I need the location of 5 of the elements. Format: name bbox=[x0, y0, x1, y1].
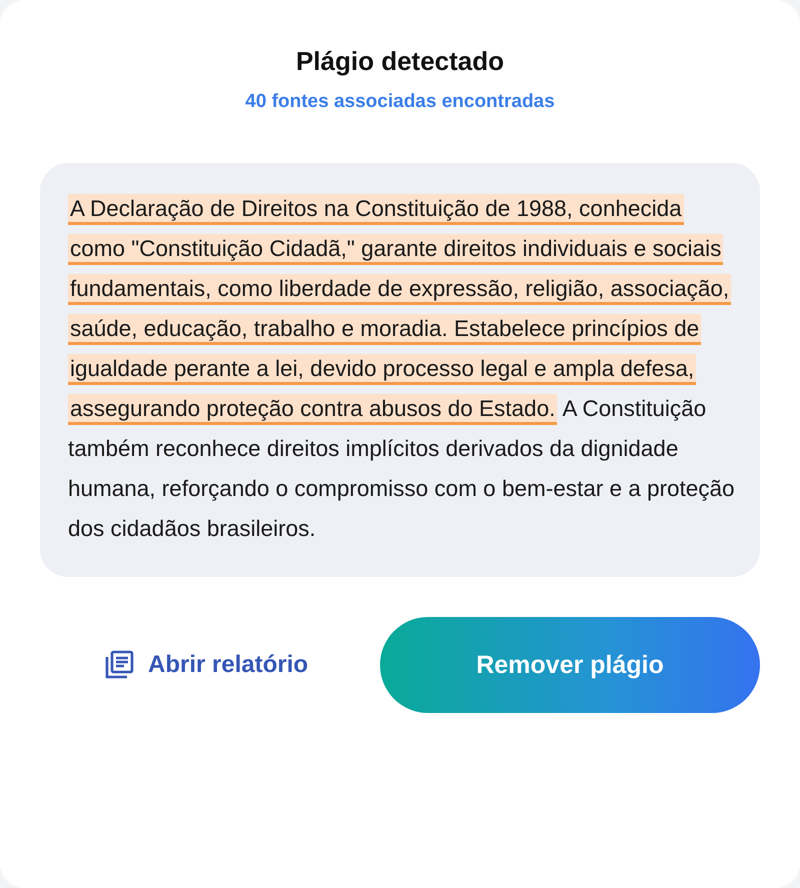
open-report-link[interactable]: Abrir relatório bbox=[104, 650, 308, 680]
dialog-title: Plágio detectado bbox=[296, 46, 504, 77]
remove-plagiarism-button[interactable]: Remover plágio bbox=[380, 617, 760, 713]
sources-count: 40 fontes associadas encontradas bbox=[245, 91, 555, 113]
document-icon bbox=[104, 650, 134, 680]
